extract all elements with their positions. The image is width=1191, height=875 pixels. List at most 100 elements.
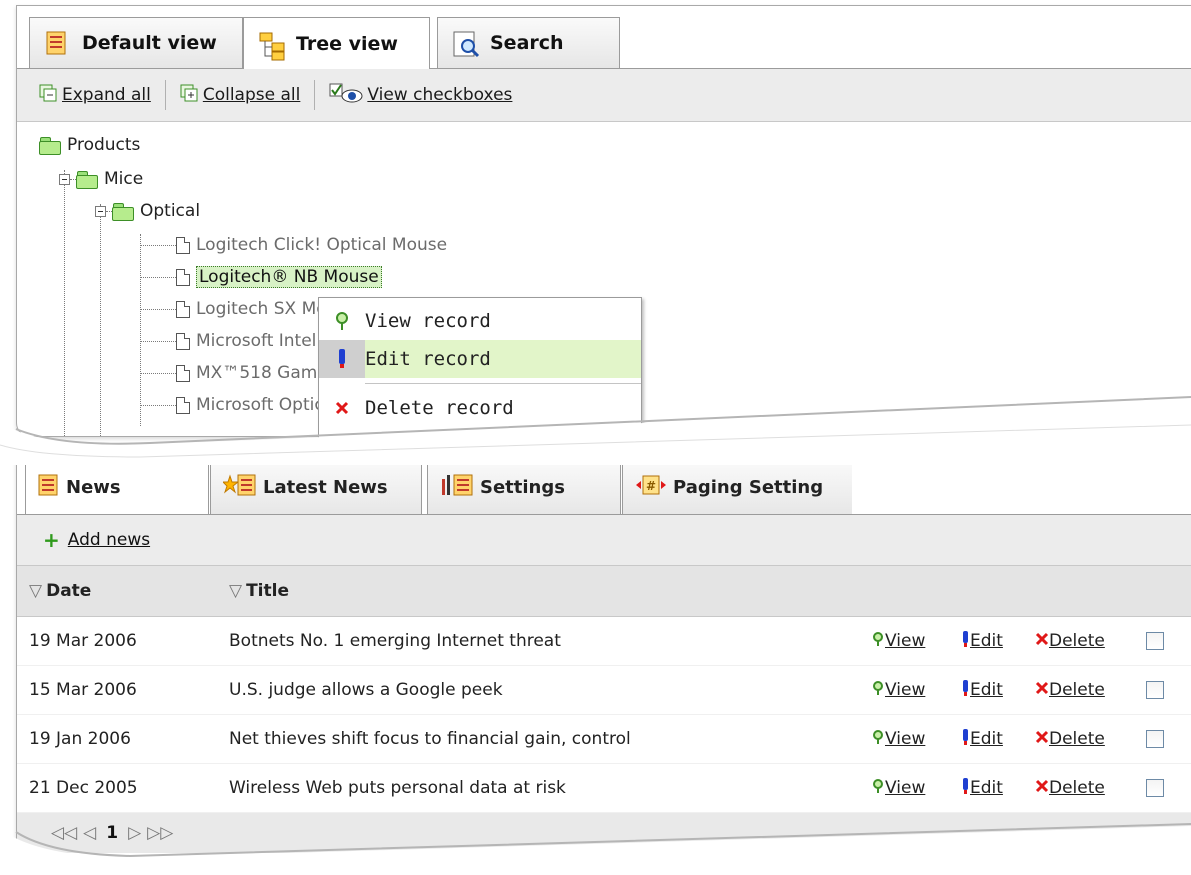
edit-link[interactable]: Edit xyxy=(970,680,1003,700)
next-page-icon[interactable]: ▷ xyxy=(128,823,141,843)
context-delete-record[interactable]: Delete record xyxy=(319,389,641,427)
context-edit-record[interactable]: Edit record xyxy=(319,340,641,378)
table-row[interactable]: 19 Jan 2006 Net thieves shift focus to f… xyxy=(17,715,1191,764)
edit-link[interactable]: Edit xyxy=(970,631,1003,651)
view-link[interactable]: View xyxy=(885,631,925,651)
row-checkbox[interactable] xyxy=(1146,681,1164,699)
tree-node-optical[interactable]: Optical xyxy=(95,196,200,226)
tree-leaf-label: MX™518 Gami xyxy=(196,363,323,383)
collapse-toggle-icon[interactable] xyxy=(95,205,106,217)
collapse-all-icon xyxy=(180,84,198,107)
row-view-action[interactable]: View xyxy=(871,631,925,652)
view-link[interactable]: View xyxy=(885,680,925,700)
eye-checkbox-icon xyxy=(329,82,363,109)
row-delete-action[interactable]: Delete xyxy=(1035,778,1105,798)
tab-default-view[interactable]: Default view xyxy=(29,17,243,68)
prev-page-icon[interactable]: ◁ xyxy=(83,823,96,843)
pen-icon xyxy=(961,679,970,702)
row-edit-action[interactable]: Edit xyxy=(961,777,1003,800)
delete-x-icon xyxy=(1035,680,1049,700)
tab-paging-settings[interactable]: # Paging Setting xyxy=(622,460,852,514)
row-title: Botnets No. 1 emerging Internet threat xyxy=(229,631,561,651)
tree-leaf[interactable]: Logitech SX Mo xyxy=(140,294,327,324)
edit-link[interactable]: Edit xyxy=(970,729,1003,749)
view-checkboxes-button[interactable]: View checkboxes xyxy=(329,82,512,109)
document-icon xyxy=(176,236,190,254)
delete-link[interactable]: Delete xyxy=(1049,680,1105,700)
row-date: 15 Mar 2006 xyxy=(29,680,137,700)
column-header-date[interactable]: ▽ Date xyxy=(29,581,91,601)
news-toolbar: + Add news xyxy=(17,515,1191,566)
row-edit-action[interactable]: Edit xyxy=(961,630,1003,653)
expand-all-link[interactable]: Expand all xyxy=(62,85,151,105)
tree-node-products[interactable]: Products xyxy=(39,130,140,160)
news-table-header: ▽ Date ▽ Title xyxy=(17,566,1191,617)
edit-link[interactable]: Edit xyxy=(970,778,1003,798)
delete-x-icon xyxy=(1035,729,1049,749)
news-panel: News Latest News Settings # Paging Setti… xyxy=(16,452,1191,873)
tab-news[interactable]: News xyxy=(25,460,209,514)
column-header-title-label: Title xyxy=(246,581,289,601)
tree-leaf[interactable]: Logitech Click! Optical Mouse xyxy=(140,230,447,260)
context-menu: View record Edit record Delete record xyxy=(318,297,642,439)
collapse-all-button[interactable]: Collapse all xyxy=(180,84,301,107)
last-page-icon[interactable]: ▷▷ xyxy=(147,823,173,843)
magnifier-icon xyxy=(871,729,885,750)
tab-paging-settings-label: Paging Setting xyxy=(673,477,824,498)
table-row[interactable]: 19 Mar 2006 Botnets No. 1 emerging Inter… xyxy=(17,617,1191,666)
expand-all-button[interactable]: Expand all xyxy=(39,84,151,107)
tree-connector xyxy=(100,204,101,436)
tree-leaf-label: Logitech SX Mo xyxy=(196,299,327,319)
document-icon xyxy=(176,268,190,286)
add-news-link[interactable]: Add news xyxy=(68,530,150,550)
tab-tree-view[interactable]: Tree view xyxy=(243,17,430,69)
table-row[interactable]: 15 Mar 2006 U.S. judge allows a Google p… xyxy=(17,666,1191,715)
row-checkbox[interactable] xyxy=(1146,730,1164,748)
document-icon xyxy=(176,364,190,382)
row-delete-action[interactable]: Delete xyxy=(1035,680,1105,700)
table-row[interactable]: 21 Dec 2005 Wireless Web puts personal d… xyxy=(17,764,1191,813)
first-page-icon[interactable]: ◁◁ xyxy=(51,823,77,843)
plus-icon: + xyxy=(43,528,60,552)
row-view-action[interactable]: View xyxy=(871,729,925,750)
view-link[interactable]: View xyxy=(885,729,925,749)
row-delete-action[interactable]: Delete xyxy=(1035,729,1105,749)
row-edit-action[interactable]: Edit xyxy=(961,679,1003,702)
row-checkbox[interactable] xyxy=(1146,779,1164,797)
delete-link[interactable]: Delete xyxy=(1049,778,1105,798)
tree-toolbar: Expand all Collapse all View checkboxes xyxy=(17,69,1191,122)
context-view-record[interactable]: View record xyxy=(319,302,641,340)
view-checkboxes-link[interactable]: View checkboxes xyxy=(367,85,512,105)
delete-link[interactable]: Delete xyxy=(1049,729,1105,749)
current-page-number[interactable]: 1 xyxy=(106,823,118,843)
folder-icon xyxy=(39,136,61,155)
tree-leaf-selected[interactable]: Logitech® NB Mouse xyxy=(140,262,382,292)
row-view-action[interactable]: View xyxy=(871,680,925,701)
collapse-toggle-icon[interactable] xyxy=(59,173,70,185)
tree-node-label: Products xyxy=(67,135,141,155)
tab-default-view-label: Default view xyxy=(82,32,217,54)
svg-text:#: # xyxy=(646,479,656,493)
tree-leaf[interactable]: MX™518 Gami xyxy=(140,358,322,388)
tab-search[interactable]: Search xyxy=(437,17,620,68)
row-edit-action[interactable]: Edit xyxy=(961,728,1003,751)
document-icon xyxy=(176,396,190,414)
tab-latest-news-label: Latest News xyxy=(263,477,388,498)
tab-latest-news[interactable]: Latest News xyxy=(210,460,422,514)
row-view-action[interactable]: View xyxy=(871,778,925,799)
view-link[interactable]: View xyxy=(885,778,925,798)
tree-leaf[interactable]: Microsoft Intel xyxy=(140,326,316,356)
column-header-title[interactable]: ▽ Title xyxy=(229,581,289,601)
row-delete-action[interactable]: Delete xyxy=(1035,631,1105,651)
delete-link[interactable]: Delete xyxy=(1049,631,1105,651)
tree-leaf-label: Logitech Click! Optical Mouse xyxy=(196,235,448,255)
pen-icon xyxy=(961,777,970,800)
tree-icon xyxy=(258,31,285,60)
collapse-all-link[interactable]: Collapse all xyxy=(203,85,301,105)
row-checkbox[interactable] xyxy=(1146,632,1164,650)
column-header-date-label: Date xyxy=(46,581,92,601)
pen-icon xyxy=(961,728,970,751)
row-date: 21 Dec 2005 xyxy=(29,778,138,798)
tab-settings[interactable]: Settings xyxy=(427,460,621,514)
tree-node-mice[interactable]: Mice xyxy=(59,164,143,194)
